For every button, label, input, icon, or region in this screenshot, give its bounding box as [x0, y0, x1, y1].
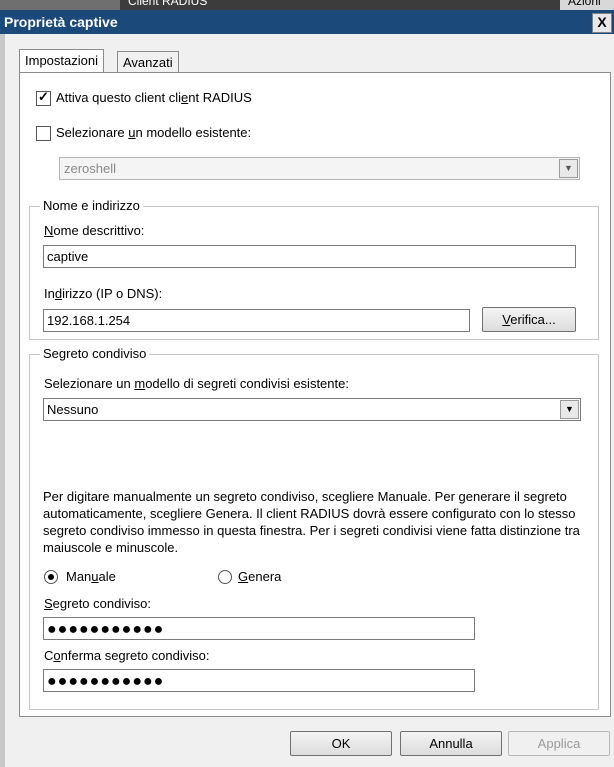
- background-window-text: Client RADIUS: [128, 0, 208, 8]
- select-value: Nessuno: [47, 402, 99, 417]
- group-title: Segreto condiviso: [40, 346, 150, 361]
- label-part: G: [238, 569, 249, 584]
- label-part: m: [134, 376, 146, 391]
- verify-button[interactable]: Verifica...: [482, 307, 576, 332]
- label-part: u: [128, 125, 136, 140]
- ok-button[interactable]: OK: [290, 731, 392, 756]
- label-part: u: [91, 569, 99, 584]
- input-value: captive: [47, 249, 89, 264]
- label-part: enera: [248, 569, 282, 584]
- label-part: erifica...: [510, 312, 556, 327]
- tab-label: Avanzati: [123, 55, 173, 70]
- secret-label: Segreto condiviso:: [44, 596, 151, 611]
- secret-template-select[interactable]: Nessuno ▼: [43, 398, 581, 421]
- label-part: egreto condiviso:: [52, 596, 151, 611]
- window-title: Proprietà captive: [4, 14, 118, 30]
- label-part: Attiva questo client: [56, 90, 166, 105]
- confirm-secret-label: Conferma segreto condiviso:: [44, 648, 209, 663]
- manual-radio[interactable]: [44, 570, 58, 584]
- label-part: d: [54, 286, 63, 301]
- label-part: n modello esistente:: [135, 125, 252, 140]
- friendly-name-label: Nome descrittivo:: [44, 223, 144, 238]
- confirm-secret-input[interactable]: ●●●●●●●●●●●: [43, 669, 475, 692]
- template-select-value: zeroshell: [64, 161, 117, 176]
- template-select[interactable]: zeroshell ▼: [59, 157, 580, 180]
- chevron-down-icon: ▼: [560, 400, 579, 419]
- tab-impostazioni[interactable]: Impostazioni: [19, 49, 104, 74]
- label-part: ome descrittivo:: [53, 223, 145, 238]
- label-part: Selezionare un: [44, 376, 135, 391]
- password-mask: ●●●●●●●●●●●: [47, 673, 165, 690]
- label-part: S: [44, 596, 53, 611]
- window-left-edge: [0, 34, 5, 767]
- label-part: nferma segreto condiviso:: [60, 648, 210, 663]
- secret-description: Per digitare manualmente un segreto cond…: [43, 489, 580, 555]
- label-part: o: [53, 648, 61, 663]
- friendly-name-input[interactable]: captive: [43, 245, 576, 268]
- close-icon: X: [597, 14, 607, 30]
- label-part: Man: [66, 569, 92, 584]
- address-label: Indirizzo (IP o DNS):: [44, 286, 162, 301]
- label-part: N: [44, 223, 54, 238]
- close-button[interactable]: X: [592, 13, 612, 33]
- checkmark-icon: ✓: [38, 89, 49, 104]
- label-part: C: [44, 648, 54, 663]
- secret-password-input[interactable]: ●●●●●●●●●●●: [43, 617, 475, 640]
- use-template-checkbox[interactable]: [36, 126, 51, 141]
- apply-button[interactable]: Applica: [508, 731, 610, 756]
- radio-dot: [48, 574, 54, 580]
- enable-client-label: Attiva questo client cliclient RADIUS: [56, 90, 252, 105]
- title-bar: Proprietà captive X: [0, 10, 614, 34]
- tab-avanzati[interactable]: Avanzati: [117, 51, 179, 74]
- secret-template-label: Selezionare un modello di segreti condiv…: [44, 376, 349, 391]
- chevron-down-icon: ▼: [559, 159, 578, 178]
- label-part: Selezionare: [56, 125, 129, 140]
- label-part: In: [44, 286, 55, 301]
- group-title: Nome e indirizzo: [40, 198, 143, 213]
- label-part: irizzo (IP o DNS):: [62, 286, 163, 301]
- enable-client-checkbox[interactable]: ✓: [36, 89, 51, 106]
- generate-radio[interactable]: [218, 570, 232, 584]
- cancel-button[interactable]: Annulla: [400, 731, 502, 756]
- background-window-text-right: Azioni: [568, 0, 601, 8]
- label-part: ale: [98, 569, 116, 584]
- use-template-label: Selezionare un modello esistente:: [56, 125, 251, 140]
- label-part: nt RADIUS: [188, 90, 252, 105]
- label-part: odello di segreti condivisi esistente:: [145, 376, 349, 391]
- tab-label: Impostazioni: [25, 53, 98, 68]
- manual-radio-label: Manuale: [66, 569, 116, 584]
- input-value: 192.168.1.254: [47, 313, 131, 328]
- background-window-strip: Client RADIUS Azioni: [0, 0, 614, 10]
- generate-radio-label: Genera: [238, 569, 281, 584]
- address-input[interactable]: 192.168.1.254: [43, 309, 470, 332]
- password-mask: ●●●●●●●●●●●: [47, 621, 165, 638]
